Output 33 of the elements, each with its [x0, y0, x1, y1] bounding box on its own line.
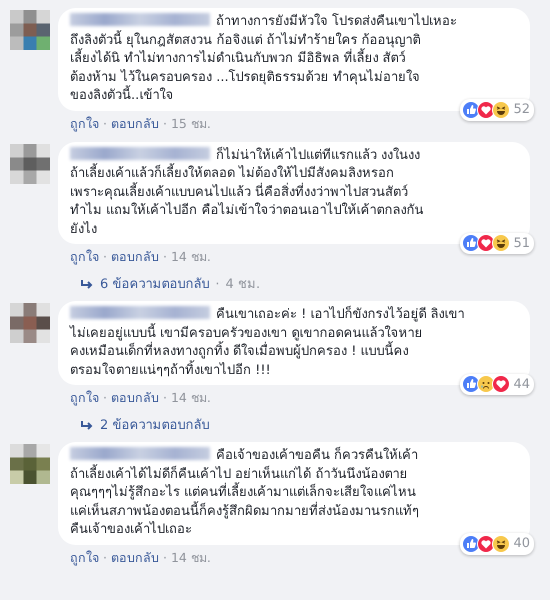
replies-link[interactable]: 2 ข้อความตอบกลับ: [100, 418, 210, 434]
reaction-count: 52: [513, 101, 530, 119]
replies-link[interactable]: 6 ข้อความตอบกลับ: [100, 277, 210, 293]
separator-dot: ·: [103, 249, 107, 265]
reaction-count: 44: [513, 376, 530, 394]
action-link[interactable]: ตอบกลับ: [110, 390, 159, 406]
reply-arrow-icon: [80, 279, 94, 291]
action-link[interactable]: ถูกใจ: [70, 550, 99, 566]
separator-dot: ·: [162, 550, 167, 566]
comment-text: ก็ไม่น่าให้เค้าไปแต่ทีแรกแล้ว งงในงง ถ้าเลี้ยงเค้าแล้วก็เลี้ยงให้ตลอด ไม่ต้องให้ไปมีสังคมลิงหรอก เพราะคุณเลี้ยงเค้าแบบคนไปแล้ว นี่คือสิ่งที่งงว่าพาไปสวนสัตว์ ทำไม แถมให้เค้าไปอีก คือไม่เข้าใจว่าตอนเอาไปให้เค้าตกลงกัน ยังไง: [70, 146, 424, 238]
timestamp: 4 ชม.: [226, 277, 260, 293]
action-link[interactable]: ถูกใจ: [70, 249, 99, 265]
reaction-count: 40: [513, 535, 530, 553]
separator-dot: ·: [103, 390, 107, 406]
separator-dot: ·: [215, 277, 220, 293]
separator-dot: ·: [162, 249, 167, 265]
reaction-count: 51: [513, 234, 530, 252]
timestamp: 14 ชม.: [170, 550, 211, 566]
timestamp: 15 ชม.: [170, 116, 211, 132]
action-link[interactable]: ตอบกลับ: [110, 550, 159, 566]
reply-arrow-icon: [80, 420, 94, 432]
separator-dot: ·: [162, 116, 167, 132]
action-link[interactable]: ถูกใจ: [70, 390, 99, 406]
comment-text: คือเจ้าของเค้าขอคืน ก็ควรคืนให้เค้า ถ้าเลี้ยงเค้าได้ไม่ดีก็คืนเค้าไป อย่าเห็นแก่ได้ ถ้าวันนึงน้องตาย คุณๆๆๆไม่รู้สึกอะไร แต่คนที่เลี้ยงเค้ามาแต่เล็กจะเสียใจแค่ไหน แค่เห็นสภาพน้องตอนนี้ก็คงรู้สึกผิดมากมายที่ส่งน้องมานรกแท้ๆ คืนเจ้าของเค้าไปเถอะ: [70, 447, 420, 539]
separator-dot: ·: [103, 550, 107, 566]
comment-text: ถ้าทางการยังมีหัวใจ โปรดส่งคืนเขาไปเหอะ ถึงลิงตัวนี้ ยุในกฎสัตสงวน ก้อจิงแต่ ถ้าไม่ทำร้ายใคร ก้ออนุญาติ เลี้ยงได้นิ ทำไม่ทางการไม่ดำเนินกับพวก มีอิธิพล ที่เลี้ยง สัตว์ ต้องห้าม ไว้ในครอบครอง ...โปรดยุติธรรมด้วย ทำคุนไม่อายใจ ของลิงตัวนี้..เข้าใจ: [70, 13, 458, 105]
separator-dot: ·: [162, 390, 167, 406]
action-link[interactable]: ถูกใจ: [70, 116, 99, 132]
timestamp: 14 ชม.: [170, 249, 211, 265]
action-link[interactable]: ตอบกลับ: [110, 249, 159, 265]
timestamp: 14 ชม.: [170, 390, 211, 406]
action-link[interactable]: ตอบกลับ: [110, 116, 159, 132]
separator-dot: ·: [103, 116, 107, 132]
